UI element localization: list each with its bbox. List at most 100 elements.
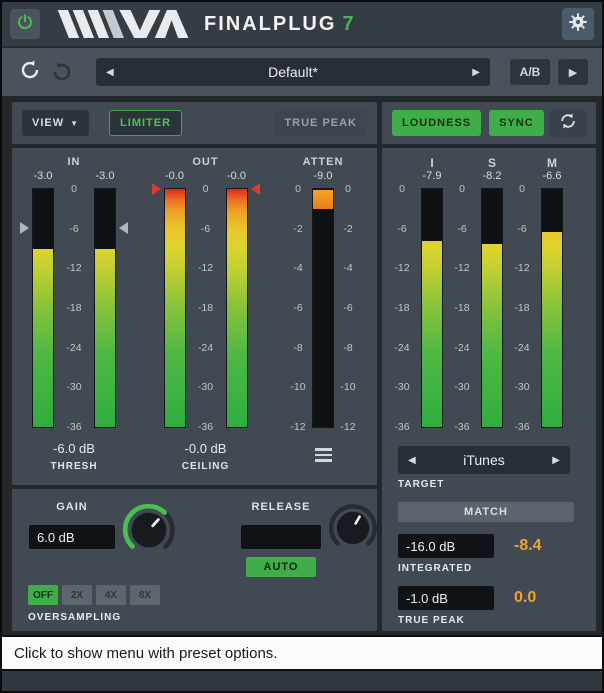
true-peak-target-field[interactable]: -1.0 dB bbox=[398, 586, 494, 610]
loudness-panel: LOUDNESS SYNC 0-6-12-18-24-30-36 bbox=[382, 102, 596, 631]
in-meter-group: IN -3.0 -3.0 0-6-12-18-24-30-36 bbox=[20, 156, 128, 485]
threshold-caption: THRESH bbox=[50, 461, 97, 472]
target-selector[interactable]: ◀ iTunes ▶ bbox=[398, 446, 570, 474]
atten-peak: -9.0 bbox=[314, 170, 333, 188]
momentary-peak: -6.6 bbox=[543, 170, 562, 188]
view-label: VIEW bbox=[32, 117, 64, 129]
target-name: iTunes bbox=[416, 452, 553, 468]
integrated-live-value: -8.4 bbox=[514, 537, 542, 555]
release-group: RELEASE AUTO bbox=[240, 501, 380, 577]
in-scale: 0-6-12-18-24-30-36 bbox=[58, 183, 90, 433]
footer-bar bbox=[2, 669, 602, 691]
undo-button[interactable] bbox=[16, 58, 44, 86]
atten-scale-right: 0-2-4-6-8-10-12 bbox=[337, 183, 359, 433]
atten-meter bbox=[312, 188, 334, 428]
oversampling-4x-button[interactable]: 4X bbox=[96, 585, 126, 605]
preset-prev-icon[interactable]: ◀ bbox=[106, 67, 114, 78]
play-icon: ▶ bbox=[569, 66, 577, 79]
true-peak-label: TRUE PEAK bbox=[398, 615, 584, 626]
in-label: IN bbox=[68, 156, 81, 170]
preset-menu-button[interactable]: ▶ bbox=[558, 59, 588, 85]
auto-release-button[interactable]: AUTO bbox=[246, 557, 316, 577]
sync-toggle[interactable]: SYNC bbox=[489, 110, 544, 136]
match-button[interactable]: MATCH bbox=[398, 502, 574, 522]
out-meter-group: OUT -0.0 -0.0 0-6-12-18-24-30-36 bbox=[152, 156, 260, 485]
target-next-icon[interactable]: ▶ bbox=[552, 455, 560, 466]
status-message: Click to show menu with preset options. bbox=[14, 645, 277, 662]
limiter-toggle[interactable]: LIMITER bbox=[109, 110, 182, 136]
loudness-scale-2: 0-6-12-18-24-30-36 bbox=[450, 183, 474, 433]
in-meter-left bbox=[32, 188, 54, 428]
power-icon bbox=[16, 13, 34, 36]
release-label: RELEASE bbox=[252, 501, 311, 517]
momentary-label-m: M bbox=[547, 156, 557, 170]
integrated-row: -16.0 dB -8.4 bbox=[398, 534, 584, 558]
hamburger-icon bbox=[315, 448, 332, 451]
out-meter-right bbox=[226, 188, 248, 428]
threshold-marker-right[interactable] bbox=[119, 222, 128, 234]
gain-group: GAIN 6.0 dB bbox=[28, 501, 178, 564]
integrated-meter-column: I -7.9 bbox=[414, 156, 450, 436]
loudness-toolbar: LOUDNESS SYNC bbox=[382, 102, 596, 148]
oversampling-off-button[interactable]: OFF bbox=[28, 585, 58, 605]
true-peak-row: -1.0 dB 0.0 bbox=[398, 586, 584, 610]
reset-meters-button[interactable] bbox=[550, 109, 586, 137]
gain-value-field[interactable]: 6.0 dB bbox=[29, 525, 115, 549]
settings-button[interactable] bbox=[562, 8, 594, 40]
meter-menu-button[interactable] bbox=[309, 445, 337, 465]
integrated-meter bbox=[421, 188, 443, 428]
integrated-peak: -7.9 bbox=[423, 170, 442, 188]
preset-name: Default* bbox=[114, 64, 473, 80]
atten-meter-group: ATTEN -9.0 0-2-4-6-8-10-12 0-2-4-6-8-10-… bbox=[283, 156, 363, 485]
plugin-title: FINALPLUG7 bbox=[204, 13, 356, 36]
oversampling-8x-button[interactable]: 8X bbox=[130, 585, 160, 605]
target-prev-icon[interactable]: ◀ bbox=[408, 455, 416, 466]
title-text: FINALPLUG bbox=[204, 13, 336, 35]
in-peak-right: -3.0 bbox=[88, 170, 122, 188]
in-meter-right bbox=[94, 188, 116, 428]
short-term-meter bbox=[481, 188, 503, 428]
loudness-meters: 0-6-12-18-24-30-36 I -7.9 0-6-12-18-24-3… bbox=[382, 148, 596, 436]
oversampling-buttons: OFF 2X 4X 8X bbox=[28, 585, 160, 605]
true-peak-live-value: 0.0 bbox=[514, 589, 536, 607]
chevron-down-icon: ▼ bbox=[70, 119, 79, 128]
limiter-toolbar: VIEW ▼ LIMITER TRUE PEAK bbox=[12, 102, 377, 148]
in-peak-left: -3.0 bbox=[26, 170, 60, 188]
out-peak-right: -0.0 bbox=[220, 170, 254, 188]
oversampling-2x-button[interactable]: 2X bbox=[62, 585, 92, 605]
out-scale: 0-6-12-18-24-30-36 bbox=[190, 183, 222, 433]
ab-compare-button[interactable]: A/B bbox=[510, 59, 550, 85]
loudness-toggle[interactable]: LOUDNESS bbox=[392, 110, 481, 136]
preset-next-icon[interactable]: ▶ bbox=[472, 67, 480, 78]
preset-selector[interactable]: ◀ Default* ▶ bbox=[96, 58, 490, 86]
ceiling-marker-left[interactable] bbox=[152, 183, 161, 195]
short-term-meter-column: S -8.2 bbox=[474, 156, 510, 436]
view-menu-button[interactable]: VIEW ▼ bbox=[22, 110, 89, 136]
threshold-marker-left[interactable] bbox=[20, 222, 29, 234]
release-value-field[interactable] bbox=[241, 525, 321, 549]
true-peak-toggle[interactable]: TRUE PEAK bbox=[274, 110, 367, 136]
dynamics-panel: GAIN 6.0 dB RELEASE bbox=[12, 485, 377, 631]
redo-button[interactable] bbox=[48, 58, 76, 86]
plugin-window: FINALPLUG7 bbox=[0, 0, 604, 693]
threshold-value[interactable]: -6.0 dB bbox=[53, 441, 95, 459]
short-term-label-s: S bbox=[488, 156, 496, 170]
momentary-meter bbox=[541, 188, 563, 428]
integrated-label: INTEGRATED bbox=[398, 563, 584, 574]
out-peak-left: -0.0 bbox=[158, 170, 192, 188]
gear-icon bbox=[568, 12, 588, 37]
gain-label: GAIN bbox=[56, 501, 88, 517]
in-meter-left-unlit bbox=[33, 189, 53, 249]
gain-knob[interactable] bbox=[120, 501, 178, 564]
in-bars: 0-6-12-18-24-30-36 bbox=[20, 188, 128, 433]
header-bar: FINALPLUG7 bbox=[2, 2, 602, 46]
release-knob[interactable] bbox=[326, 501, 380, 577]
ceiling-marker-right[interactable] bbox=[251, 183, 260, 195]
power-button[interactable] bbox=[10, 9, 40, 39]
loudness-scale-1: 0-6-12-18-24-30-36 bbox=[390, 183, 414, 433]
ceiling-value[interactable]: -0.0 dB bbox=[185, 441, 227, 459]
short-term-peak: -8.2 bbox=[483, 170, 502, 188]
integrated-target-field[interactable]: -16.0 dB bbox=[398, 534, 494, 558]
wave-arts-logo bbox=[54, 8, 194, 40]
preset-bar: ◀ Default* ▶ A/B ▶ bbox=[2, 46, 602, 98]
